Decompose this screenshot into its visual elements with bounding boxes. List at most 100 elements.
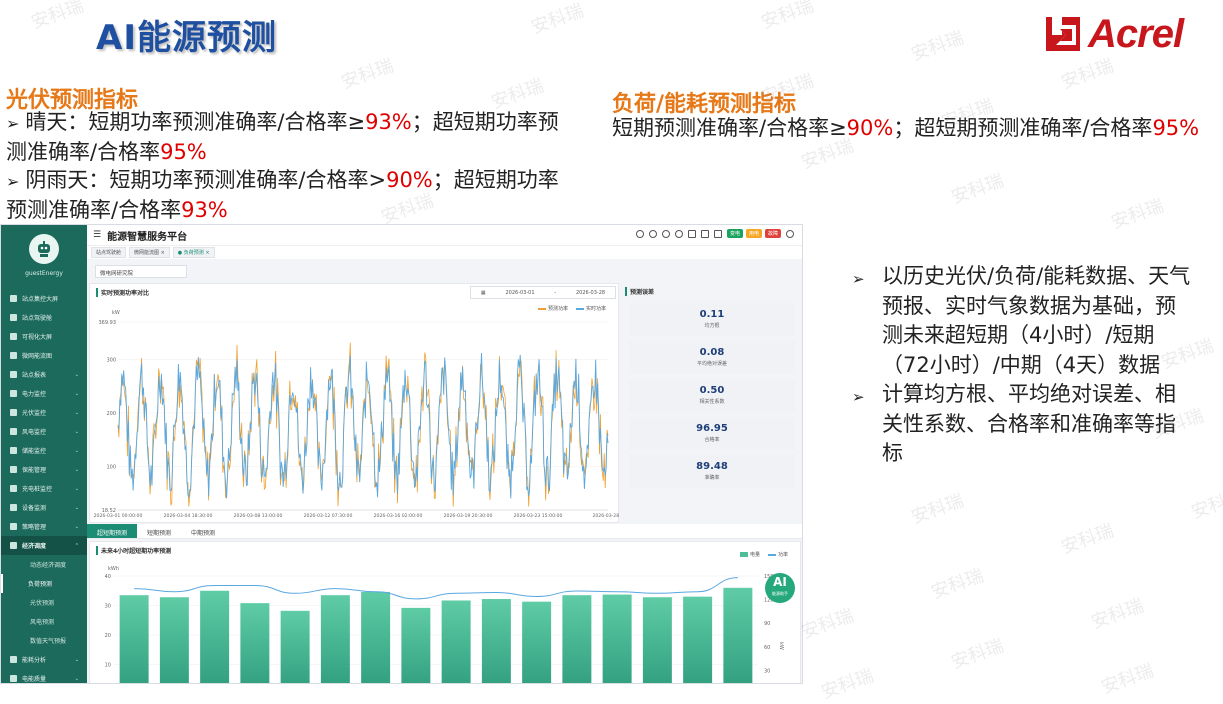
forecast-tab[interactable]: 超短期预测 <box>87 524 138 538</box>
ai-assistant-button[interactable]: AI 能源助手 <box>765 573 795 603</box>
tab[interactable]: 微网能流图 × <box>129 247 170 258</box>
metric-label: 均方根 <box>704 323 720 329</box>
sidebar-item[interactable]: 设备监测 ⌄ <box>1 498 87 517</box>
pv-sunny-value-1: 93% <box>365 110 412 134</box>
error-panel-title: 预测误差 <box>625 287 654 296</box>
sidebar-item-label: 微网能流图 <box>22 353 53 360</box>
fullscreen-icon[interactable] <box>687 229 696 238</box>
refresh-icon[interactable] <box>674 229 683 238</box>
chevron-icon: ⌄ <box>74 504 79 511</box>
bar <box>642 597 672 683</box>
chevron-icon: ⌄ <box>74 409 79 416</box>
globe-icon[interactable] <box>661 229 670 238</box>
sidebar-item-label: 站点集控大屏 <box>22 296 59 303</box>
sidebar-item-icon <box>10 333 17 340</box>
arrow-bullet-icon: ➢ <box>6 172 20 191</box>
station-select[interactable]: 微电网研究院 <box>95 265 187 278</box>
sidebar-item-icon <box>10 352 17 359</box>
arrow-bullet-icon: ➢ <box>852 388 865 406</box>
sidebar-subitem[interactable]: 动态经济调度 <box>1 555 87 574</box>
sidebar-item[interactable]: 微网能流图 <box>1 346 87 365</box>
sidebar-item-label: 光伏监控 <box>22 410 47 417</box>
sidebar-item-label: 经济调度 <box>22 543 47 550</box>
forecast-tab[interactable]: 中期预测 <box>181 524 225 538</box>
sidebar-subitem[interactable]: 负荷预测 <box>1 574 87 593</box>
forecast-tab[interactable]: 短期预测 <box>137 524 181 538</box>
sidebar-nav: 站点集控大屏站点驾驶舱 可视化大屏微网能流图站点报表 ⌄ 电力监控 ⌄ 光伏监控 ⌄ 风电监控… <box>1 289 87 683</box>
bar <box>159 597 189 683</box>
sidebar-subitem[interactable]: 光伏预测 <box>1 593 87 612</box>
watermark: 安科瑞 <box>1058 55 1117 94</box>
load-text-mid: ；超短期预测准确率/合格率 <box>893 116 1153 140</box>
sidebar-item-icon <box>10 295 17 302</box>
bar <box>401 607 431 683</box>
pv-rainy-prefix: 阴雨天：短期功率预测准确率/合格率> <box>25 168 387 192</box>
sidebar-item[interactable]: 风电监控 ⌄ <box>1 422 87 441</box>
top-bar: ☰ 能源智慧服务平台 变电 用电 故障 <box>87 225 802 245</box>
screen-icon[interactable] <box>700 229 709 238</box>
load-value-2: 95% <box>1152 116 1200 140</box>
user-icon[interactable] <box>786 229 794 238</box>
y-axis-unit: kWh <box>108 566 119 572</box>
sidebar-subitem[interactable]: 风电预测 <box>1 612 87 631</box>
bar <box>562 595 592 683</box>
watermark: 安科瑞 <box>1098 660 1157 699</box>
pv-rainy-bullet: ➢ 阴雨天：短期功率预测准确率/合格率>90%；超短期功率预测准确率/合格率93% <box>6 166 566 225</box>
pv-sunny-prefix: 晴天：短期功率预测准确率/合格率≥ <box>25 110 366 134</box>
sidebar-item[interactable]: 电力监控 ⌄ <box>1 384 87 403</box>
watermark: 安科瑞 <box>908 27 967 66</box>
chevron-icon: ⌄ <box>74 656 79 663</box>
tab[interactable]: ● 负荷预测 × <box>172 247 215 258</box>
shirt-icon[interactable] <box>713 229 722 238</box>
sidebar-item[interactable]: 电能质量 ⌄ <box>1 669 87 683</box>
watermark: 安科瑞 <box>798 605 857 644</box>
sidebar-item[interactable]: 站点报表 ⌄ <box>1 365 87 384</box>
sidebar-item[interactable]: 保能管理 ⌄ <box>1 460 87 479</box>
sidebar-item[interactable]: 能耗分析 ⌄ <box>1 650 87 669</box>
bar <box>240 603 270 683</box>
sidebar-item[interactable]: 站点集控大屏 <box>1 289 87 308</box>
x-tick-label: 2026-03-08 13:00:00 <box>234 513 283 519</box>
sidebar-item-label: 能耗分析 <box>22 657 47 664</box>
sidebar-item-label: 保能管理 <box>22 467 47 474</box>
pv-rainy-value-1: 90% <box>386 168 433 192</box>
sidebar-subitem[interactable]: 数值天气预报 <box>1 631 87 650</box>
pv-sunny-value-2: 95% <box>160 140 207 164</box>
y-tick-label: 30 <box>105 604 111 610</box>
slide-title: AI能源预测 <box>96 18 277 58</box>
status-badge[interactable]: 变电 <box>726 229 743 238</box>
y-tick-label: 200 <box>106 411 116 417</box>
watermark: 安科瑞 <box>948 170 1007 209</box>
load-text-prefix: 短期预测准确率/合格率≥ <box>612 116 847 140</box>
sidebar-item[interactable]: 站点驾驶舱 <box>1 308 87 327</box>
sidebar-item[interactable]: 经济调度 ⌃ <box>1 536 87 555</box>
user-robot-icon <box>38 241 50 257</box>
search-icon[interactable] <box>635 229 644 238</box>
sidebar-item-icon <box>10 542 17 549</box>
sidebar-item[interactable]: 光伏监控 ⌄ <box>1 403 87 422</box>
sidebar-item[interactable]: 可视化大屏 <box>1 327 87 346</box>
sidebar-item[interactable]: 储能监控 ⌄ <box>1 441 87 460</box>
settings-icon[interactable] <box>648 229 657 238</box>
sidebar-item[interactable]: 策略管理 ⌄ <box>1 517 87 536</box>
series-line-actual <box>117 352 609 499</box>
watermark: 安科瑞 <box>758 0 817 34</box>
ai-sub-label: 能源助手 <box>772 591 788 596</box>
realtime-chart-panel: 实时预测功率对比 ▦ 2026-03-01 - 2026-03-28 预测功率 … <box>89 283 620 523</box>
tab[interactable]: 站点驾驶舱 <box>91 247 127 258</box>
status-badge[interactable]: 用电 <box>745 229 762 238</box>
feature-description-list: ➢ 以历史光伏/负荷/能耗数据、天气预报、实时气象数据为基础，预测未来超短期（4… <box>852 262 1192 469</box>
y-tick-label: 10 <box>105 663 111 669</box>
main-content: 微电网研究院 实时预测功率对比 ▦ 2026-03-01 - 2026-03-2… <box>87 261 802 683</box>
chevron-icon: ⌄ <box>74 390 79 397</box>
sidebar-item-label: 电力监控 <box>22 391 47 398</box>
toolbar: 变电 用电 故障 <box>635 229 794 238</box>
sidebar-item-icon <box>10 675 17 682</box>
watermark: 安科瑞 <box>818 665 877 704</box>
sidebar-item[interactable]: 充电桩监控 ⌄ <box>1 479 87 498</box>
avatar[interactable] <box>29 234 59 264</box>
load-indicator-text: 短期预测准确率/合格率≥90%；超短期预测准确率/合格率95% <box>612 114 1217 143</box>
status-badge[interactable]: 故障 <box>764 229 781 238</box>
chevron-icon: ⌄ <box>74 447 79 454</box>
menu-icon[interactable]: ☰ <box>93 230 101 240</box>
